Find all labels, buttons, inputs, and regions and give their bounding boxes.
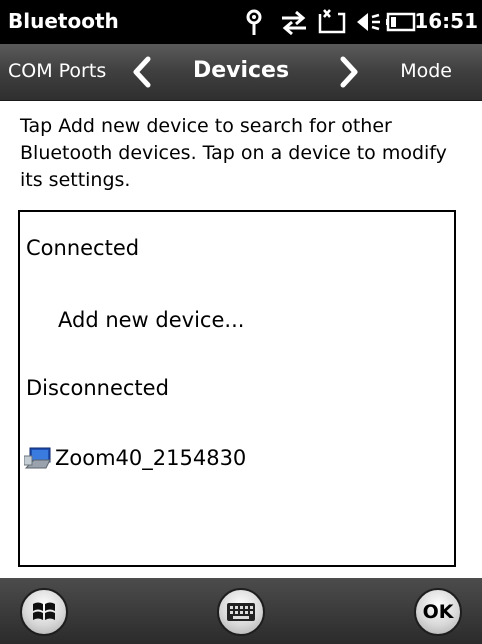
keyboard-button[interactable] bbox=[217, 588, 265, 636]
status-bar: Bluetooth 16:51 bbox=[0, 0, 482, 44]
status-title: Bluetooth bbox=[8, 9, 119, 33]
device-list-item[interactable]: Zoom40_2154830 bbox=[24, 444, 246, 472]
device-list: Connected Add new device... Disconnected… bbox=[18, 210, 456, 567]
add-new-device-link[interactable]: Add new device... bbox=[58, 308, 244, 332]
battery-icon bbox=[386, 12, 416, 32]
start-button[interactable] bbox=[20, 588, 68, 636]
message-icon bbox=[318, 9, 346, 34]
instructions-text: Tap Add new device to search for other B… bbox=[20, 115, 447, 191]
status-time: 16:51 bbox=[414, 9, 478, 33]
device-name: Zoom40_2154830 bbox=[55, 446, 247, 470]
connected-header: Connected bbox=[26, 236, 140, 260]
nav-next-label[interactable]: Mode bbox=[400, 60, 452, 82]
nav-prev-label[interactable]: COM Ports bbox=[8, 60, 106, 82]
bottom-bar: OK bbox=[0, 578, 482, 644]
keyboard-icon bbox=[227, 603, 255, 621]
chevron-left-icon[interactable] bbox=[131, 56, 153, 88]
speaker-icon bbox=[357, 13, 380, 31]
signal-antenna-icon bbox=[246, 9, 262, 35]
computer-icon bbox=[24, 447, 51, 469]
ok-label: OK bbox=[422, 601, 454, 623]
disconnected-header: Disconnected bbox=[26, 376, 169, 400]
nav-bar: COM Ports Devices Mode bbox=[0, 44, 482, 101]
sync-arrows-icon bbox=[282, 10, 306, 36]
windows-flag-icon bbox=[33, 602, 55, 620]
bluetooth-devices-screen: Bluetooth 16:51 COM Ports Devices Mode T… bbox=[0, 0, 482, 644]
ok-button[interactable]: OK bbox=[414, 588, 462, 636]
chevron-right-icon[interactable] bbox=[338, 56, 360, 88]
